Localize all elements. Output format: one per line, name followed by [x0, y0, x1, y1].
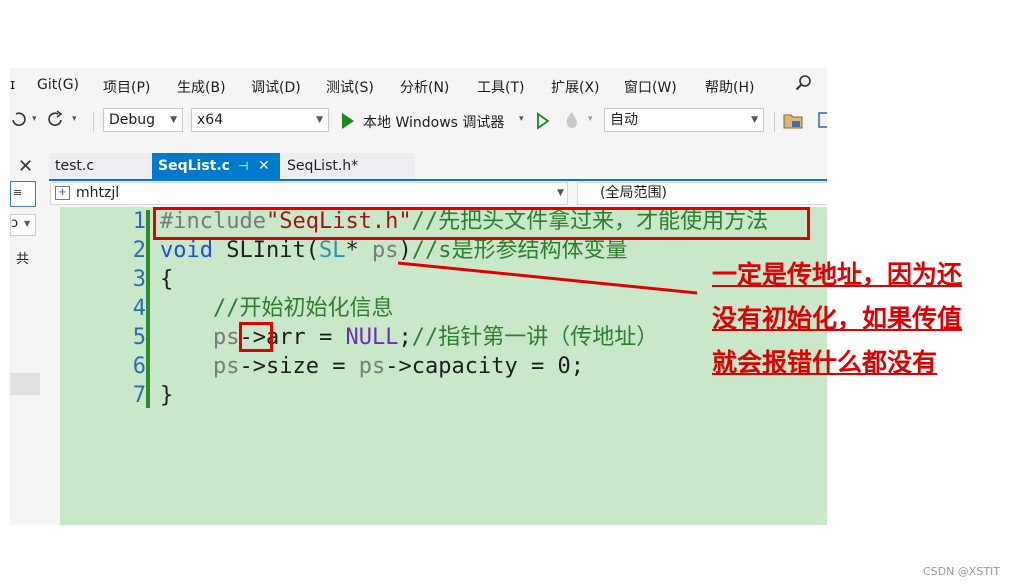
annotation-line: 没有初始化，如果传值 — [712, 304, 963, 333]
annotation-note: 一定是传地址，因为还 没有初始化，如果传值 就会报错什么都没有 — [712, 253, 1012, 385]
watermark: CSDN @XSTIT — [922, 565, 1000, 578]
annotation-line: 就会报错什么都没有 — [712, 348, 938, 377]
annotation-line: 一定是传地址，因为还 — [712, 260, 963, 289]
